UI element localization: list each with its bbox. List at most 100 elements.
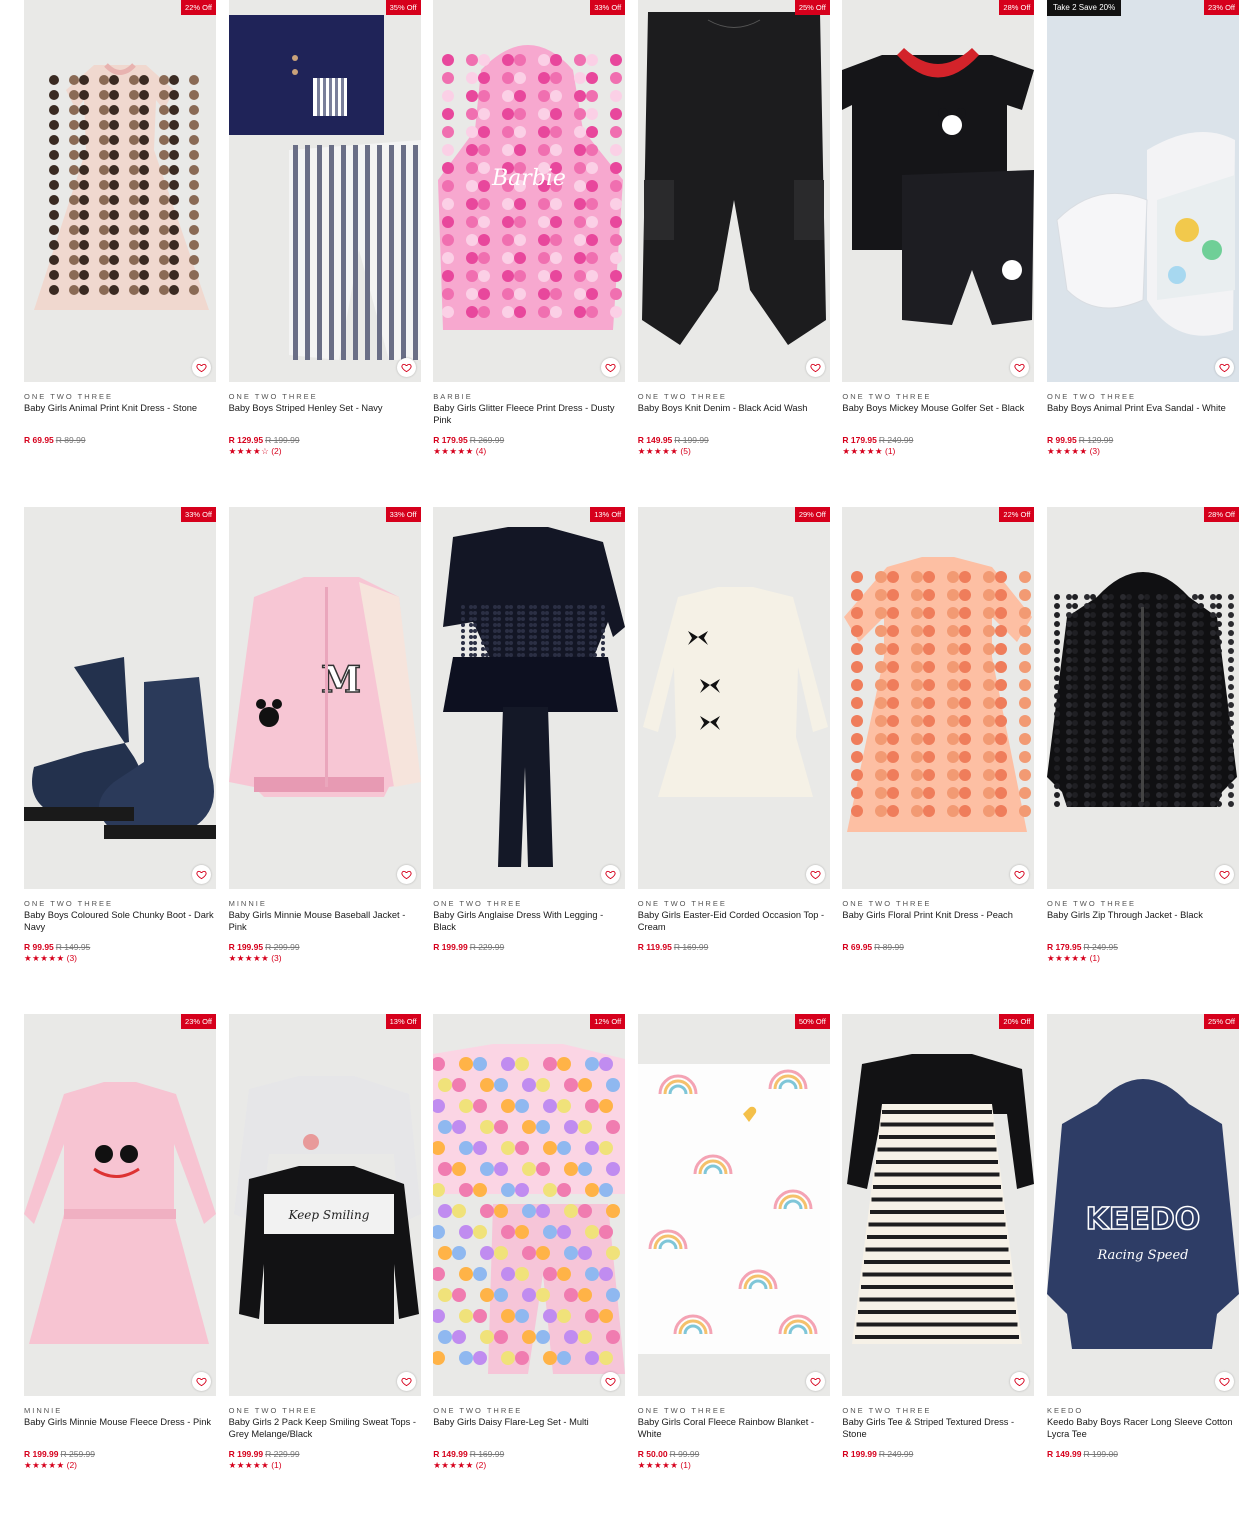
heart-icon: [1219, 363, 1230, 373]
product-image[interactable]: 28% Off: [1046, 507, 1239, 889]
product-image[interactable]: 13% Off: [433, 507, 626, 889]
discount-badge: 33% Off: [385, 507, 421, 522]
product-card[interactable]: 22% Off ONE TWO THREE Baby Girls Animal …: [24, 0, 216, 507]
product-image[interactable]: 35% Off: [228, 0, 421, 382]
product-name[interactable]: Baby Girls Anglaise Dress With Legging -…: [433, 910, 625, 942]
product-card[interactable]: 35% Off ONE TWO THREE Baby Boys Striped …: [228, 0, 421, 507]
product-image[interactable]: M 33% Off: [228, 507, 421, 889]
wishlist-button[interactable]: [396, 358, 416, 377]
wishlist-button[interactable]: [192, 1372, 211, 1391]
star-rating-icon: ★★★★★: [433, 446, 474, 456]
star-rating-icon: ★★★★★: [433, 1460, 474, 1470]
product-image[interactable]: 28% Off: [842, 0, 1035, 382]
product-card[interactable]: 12% Off ONE TWO THREE Baby Girls Daisy F…: [433, 1014, 626, 1514]
product-rating: ★★★★★ (3): [24, 953, 216, 964]
discount-badge: 22% Off: [181, 0, 216, 15]
product-name[interactable]: Baby Girls Coral Fleece Rainbow Blanket …: [638, 1417, 830, 1449]
sale-price: R 99.95: [24, 942, 54, 952]
product-name[interactable]: Baby Boys Mickey Mouse Golfer Set - Blac…: [842, 403, 1034, 435]
product-name[interactable]: Baby Girls Glitter Fleece Print Dress - …: [433, 403, 625, 435]
review-count: (2): [66, 1460, 77, 1470]
product-prices: R 99.95 R 129.99: [1047, 435, 1239, 446]
original-price: R 199.00: [1083, 1449, 1118, 1459]
product-name[interactable]: Baby Girls 2 Pack Keep Smiling Sweat Top…: [229, 1417, 421, 1449]
product-image[interactable]: KEEDO Racing Speed 25% Off: [1046, 1014, 1239, 1396]
product-image[interactable]: 50% Off: [637, 1014, 830, 1396]
product-name[interactable]: Baby Girls Daisy Flare-Leg Set - Multi: [433, 1417, 625, 1449]
original-price: R 229.99: [265, 1449, 300, 1459]
product-card[interactable]: M 33% Off MINNIE Baby Girls Minnie Mouse…: [228, 507, 421, 1014]
product-image[interactable]: 33% Off: [24, 507, 216, 889]
product-prices: R 99.95 R 149.95: [24, 942, 216, 953]
product-name[interactable]: Keedo Baby Boys Racer Long Sleeve Cotton…: [1047, 1417, 1239, 1449]
product-prices: R 149.99 R 199.00: [1047, 1449, 1239, 1460]
product-card[interactable]: 29% Off ONE TWO THREE Baby Girls Easter-…: [637, 507, 830, 1014]
product-prices: R 149.95 R 199.99: [638, 435, 830, 446]
product-card[interactable]: 33% Off ONE TWO THREE Baby Boys Coloured…: [24, 507, 216, 1014]
wishlist-button[interactable]: [805, 1372, 825, 1391]
product-card[interactable]: 23% Off MINNIE Baby Girls Minnie Mouse F…: [24, 1014, 216, 1514]
product-image[interactable]: Barbie 33% Off: [433, 0, 626, 382]
product-name[interactable]: Baby Boys Coloured Sole Chunky Boot - Da…: [24, 910, 216, 942]
wishlist-button[interactable]: [396, 865, 416, 884]
product-name[interactable]: Baby Girls Zip Through Jacket - Black: [1047, 910, 1239, 942]
product-card[interactable]: 50% Off ONE TWO THREE Baby Girls Coral F…: [637, 1014, 830, 1514]
product-image[interactable]: 20% Off: [842, 1014, 1035, 1396]
product-name[interactable]: Baby Girls Animal Print Knit Dress - Sto…: [24, 403, 216, 435]
product-photo: [637, 507, 830, 889]
product-image[interactable]: Keep Smiling 13% Off: [228, 1014, 421, 1396]
product-name[interactable]: Baby Boys Animal Print Eva Sandal - Whit…: [1047, 403, 1239, 435]
product-image[interactable]: 12% Off: [433, 1014, 626, 1396]
product-card[interactable]: KEEDO Racing Speed 25% Off KEEDO Keedo Ba…: [1046, 1014, 1239, 1514]
product-photo: [1046, 507, 1239, 889]
product-image[interactable]: Take 2 Save 20% 23% Off: [1046, 0, 1239, 382]
wishlist-button[interactable]: [1214, 358, 1234, 377]
wishlist-button[interactable]: [192, 358, 211, 377]
wishlist-button[interactable]: [805, 358, 825, 377]
product-card[interactable]: 13% Off ONE TWO THREE Baby Girls Anglais…: [433, 507, 626, 1014]
original-price: R 199.99: [674, 435, 709, 445]
product-card[interactable]: Take 2 Save 20% 23% Off ONE TWO THREE Ba…: [1046, 0, 1239, 507]
product-prices: R 199.99 R 229.99: [229, 1449, 421, 1460]
product-rating: ★★★★★ (3): [229, 953, 421, 964]
product-card[interactable]: 20% Off ONE TWO THREE Baby Girls Tee & S…: [842, 1014, 1035, 1514]
product-card[interactable]: 22% Off ONE TWO THREE Baby Girls Floral …: [842, 507, 1035, 1014]
product-name[interactable]: Baby Girls Minnie Mouse Baseball Jacket …: [229, 910, 421, 942]
original-price: R 249.95: [1083, 942, 1118, 952]
wishlist-button[interactable]: [192, 865, 211, 884]
product-card[interactable]: Keep Smiling 13% Off ONE TWO THREE Baby …: [228, 1014, 421, 1514]
product-card[interactable]: 28% Off ONE TWO THREE Baby Boys Mickey M…: [842, 0, 1035, 507]
wishlist-button[interactable]: [805, 865, 825, 884]
product-image[interactable]: 22% Off: [842, 507, 1035, 889]
product-name[interactable]: Baby Boys Striped Henley Set - Navy: [229, 403, 421, 435]
product-image[interactable]: 22% Off: [24, 0, 216, 382]
wishlist-button[interactable]: [1214, 865, 1234, 884]
wishlist-button[interactable]: [396, 1372, 416, 1391]
original-price: R 149.95: [55, 942, 91, 952]
sale-price: R 199.99: [842, 1449, 877, 1459]
heart-icon: [810, 363, 821, 373]
product-name[interactable]: Baby Girls Floral Print Knit Dress - Pea…: [842, 910, 1034, 942]
product-card[interactable]: Barbie 33% Off BARBIE Baby Girls Glitter…: [433, 0, 626, 507]
product-image[interactable]: 23% Off: [24, 1014, 216, 1396]
discount-badge: 25% Off: [1204, 1014, 1239, 1029]
product-rating: ★★★★★ (5): [638, 446, 830, 457]
product-photo: Keep Smiling: [228, 1014, 421, 1396]
wishlist-button[interactable]: [1214, 1372, 1234, 1391]
product-card[interactable]: 28% Off ONE TWO THREE Baby Girls Zip Thr…: [1046, 507, 1239, 1014]
product-name[interactable]: Baby Girls Tee & Striped Textured Dress …: [842, 1417, 1034, 1449]
product-card[interactable]: 25% Off ONE TWO THREE Baby Boys Knit Den…: [637, 0, 830, 507]
discount-badge: 23% Off: [1204, 0, 1239, 15]
product-name[interactable]: Baby Girls Minnie Mouse Fleece Dress - P…: [24, 1417, 216, 1449]
product-name[interactable]: Baby Girls Easter-Eid Corded Occasion To…: [638, 910, 830, 942]
heart-icon: [401, 1377, 412, 1387]
review-count: (2): [475, 1460, 487, 1470]
original-price: R 169.99: [469, 1449, 505, 1459]
product-image[interactable]: 29% Off: [637, 507, 830, 889]
review-count: (2): [271, 446, 282, 456]
original-price: R 249.99: [878, 435, 914, 445]
product-name[interactable]: Baby Boys Knit Denim - Black Acid Wash: [638, 403, 830, 435]
product-brand: ONE TWO THREE: [433, 899, 523, 908]
product-image[interactable]: 25% Off: [637, 0, 830, 382]
product-prices: R 149.99 R 169.99: [433, 1449, 625, 1460]
